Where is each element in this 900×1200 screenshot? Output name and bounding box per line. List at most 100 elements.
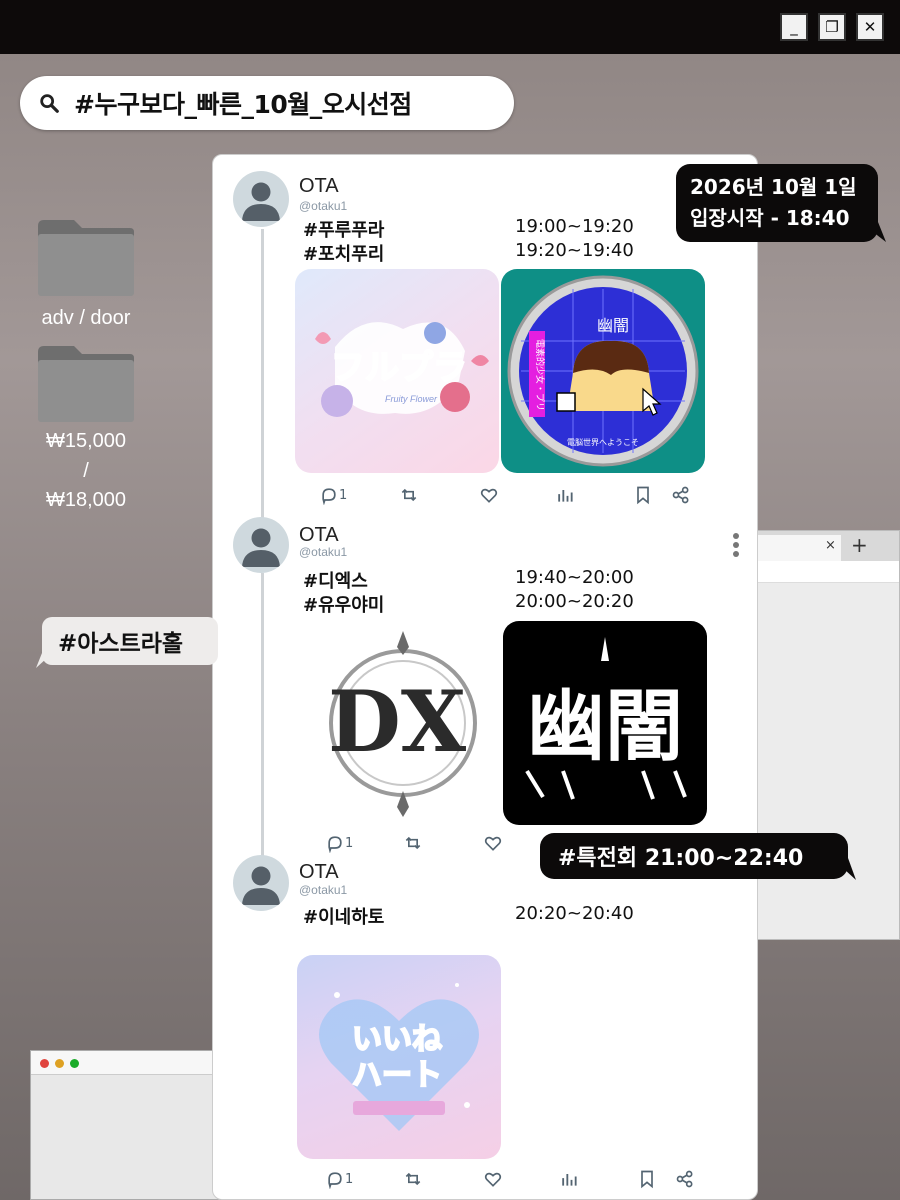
url-bar[interactable] xyxy=(741,561,899,583)
share-button[interactable] xyxy=(675,1167,695,1191)
venue-hashtag: #아스트라홀 xyxy=(58,631,184,657)
share-icon xyxy=(676,1170,693,1188)
reply-icon xyxy=(328,836,342,853)
bookmark-button[interactable] xyxy=(633,483,653,507)
thread-line xyxy=(261,573,264,873)
group-logo-image[interactable]: DX xyxy=(299,621,503,825)
avatar[interactable] xyxy=(233,171,289,227)
like-button[interactable] xyxy=(483,1167,503,1191)
user-handle: @otaku1 xyxy=(299,199,348,213)
bubble-tail xyxy=(36,648,58,668)
user-handle: @otaku1 xyxy=(299,545,348,559)
share-icon xyxy=(672,486,689,504)
tab-close-icon[interactable]: × xyxy=(825,538,836,553)
hashtag-link[interactable]: #유우야미 xyxy=(303,591,384,617)
reply-icon xyxy=(328,1172,342,1189)
time-slot: 19:00~19:20 xyxy=(515,216,634,237)
date-bubble: 2026년 10월 1일 입장시작 - 18:40 xyxy=(676,164,878,242)
heart-icon xyxy=(484,1172,502,1187)
reply-count: 1 xyxy=(339,487,348,503)
bar-chart-icon xyxy=(562,1174,577,1186)
post-actions: 1 xyxy=(293,1167,693,1191)
reply-icon xyxy=(322,488,336,505)
title-bar xyxy=(0,0,900,54)
background-mini-window xyxy=(30,1050,220,1200)
time-slot: 19:40~20:00 xyxy=(515,567,634,588)
price-line-1: ₩15,000 xyxy=(45,430,127,452)
bookmark-icon xyxy=(637,486,649,505)
repost-icon xyxy=(405,1172,421,1186)
time-slot: 20:00~20:20 xyxy=(515,591,634,612)
logo-text: DX xyxy=(328,672,467,771)
time-slot: 19:20~19:40 xyxy=(515,240,634,261)
price-line-2: ₩18,000 xyxy=(45,489,127,511)
avatar[interactable] xyxy=(233,855,289,911)
close-button[interactable]: ✕ xyxy=(856,13,884,41)
group-logo-image[interactable]: 幽闇 電素的少女・プリ 電脳世界へようこそ xyxy=(501,269,705,473)
hashtag-link[interactable]: #이네하토 xyxy=(303,903,384,929)
logo-side-text: 電素的少女・プリ xyxy=(534,339,546,411)
minimize-dot-icon[interactable] xyxy=(55,1059,64,1068)
repost-button[interactable] xyxy=(403,831,423,855)
search-icon xyxy=(40,94,59,113)
repost-button[interactable] xyxy=(403,1167,423,1191)
folder-label-adv-door: adv / door xyxy=(41,307,131,329)
search-query[interactable]: #누구보다_빠른_10월_오시선점 xyxy=(74,85,412,121)
special-event-text: #특전회 21:00~22:40 xyxy=(558,846,804,871)
folder-icon[interactable] xyxy=(36,218,136,298)
timeline-feed: OTA @otaku1 #푸루푸라 19:00~19:20 #포치푸리 19:2… xyxy=(212,154,758,1200)
event-date: 2026년 10월 1일 xyxy=(690,175,857,199)
more-options-icon[interactable] xyxy=(732,533,740,559)
reply-count: 1 xyxy=(345,835,354,851)
like-button[interactable] xyxy=(479,483,499,507)
search-bar[interactable]: #누구보다_빠른_10월_오시선점 xyxy=(20,76,514,130)
logo-subtext: Fruity Flower xyxy=(385,394,438,404)
maximize-dot-icon[interactable] xyxy=(70,1059,79,1068)
logo-text: フルプラ xyxy=(331,348,467,388)
heart-icon xyxy=(480,488,498,503)
logo-text: 幽闇 xyxy=(597,316,629,335)
logo-text: 幽闇 xyxy=(527,681,683,772)
venue-bubble: #아스트라홀 xyxy=(42,617,218,665)
maximize-button[interactable]: ❐ xyxy=(818,13,846,41)
repost-icon xyxy=(405,836,421,850)
group-logo-image[interactable]: 幽闇 xyxy=(503,621,707,825)
group-logo-image[interactable]: いいね ハート xyxy=(297,955,501,1159)
folder-icon[interactable] xyxy=(36,344,136,424)
reply-button[interactable]: 1 xyxy=(325,831,353,855)
logo-text-line2: ハート xyxy=(352,1058,442,1093)
share-button[interactable] xyxy=(671,483,691,507)
hashtag-link[interactable]: #포치푸리 xyxy=(303,240,384,266)
hashtag-link[interactable]: #푸루푸라 xyxy=(303,216,384,242)
price-separator: / xyxy=(83,460,89,482)
reply-button[interactable]: 1 xyxy=(325,1167,353,1191)
logo-text-line1: いいね xyxy=(352,1022,442,1057)
close-dot-icon[interactable] xyxy=(40,1059,49,1068)
bubble-tail xyxy=(832,858,856,880)
reply-count: 1 xyxy=(345,1171,354,1187)
new-tab-icon[interactable]: + xyxy=(851,533,868,557)
views-button[interactable] xyxy=(559,1167,579,1191)
group-logo-image[interactable]: フルプラ Fruity Flower xyxy=(295,269,499,473)
reply-button[interactable]: 1 xyxy=(319,483,347,507)
user-handle: @otaku1 xyxy=(299,883,348,897)
user-name[interactable]: OTA xyxy=(299,175,339,198)
entry-time: 입장시작 - 18:40 xyxy=(690,206,850,230)
bookmark-icon xyxy=(641,1170,653,1189)
bookmark-button[interactable] xyxy=(637,1167,657,1191)
thread-line xyxy=(261,229,264,529)
repost-button[interactable] xyxy=(399,483,419,507)
user-name[interactable]: OTA xyxy=(299,524,339,547)
bar-chart-icon xyxy=(558,490,573,502)
avatar[interactable] xyxy=(233,517,289,573)
minimize-button[interactable]: _ xyxy=(780,13,808,41)
repost-icon xyxy=(401,488,417,502)
like-button[interactable] xyxy=(483,831,503,855)
logo-bottom-text: 電脳世界へようこそ xyxy=(567,437,639,447)
bubble-tail xyxy=(860,222,886,242)
user-name[interactable]: OTA xyxy=(299,861,339,884)
heart-icon xyxy=(484,836,502,851)
views-button[interactable] xyxy=(555,483,575,507)
post-actions: 1 xyxy=(293,483,693,507)
hashtag-link[interactable]: #디엑스 xyxy=(303,567,368,593)
